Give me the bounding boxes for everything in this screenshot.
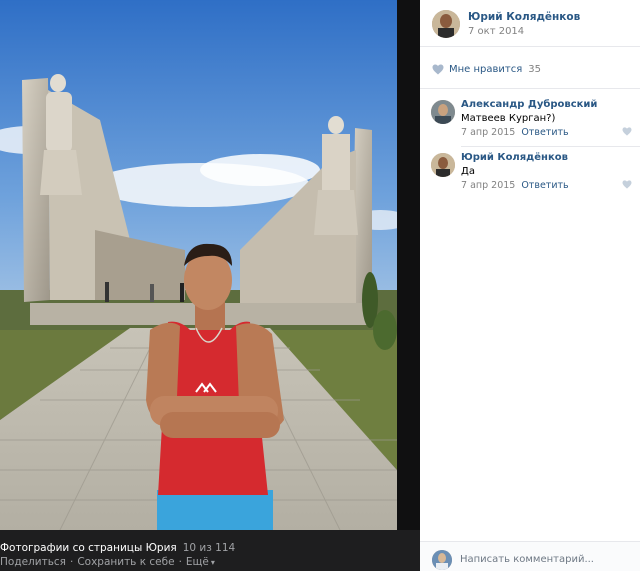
heart-icon	[432, 64, 444, 74]
photo-actions: Поделиться · Сохранить к себе · Ещё ▾	[0, 556, 215, 568]
side-panel: Юрий Колядёнков 7 окт 2014 Мне нравится …	[420, 0, 640, 571]
reply-button[interactable]: Ответить	[521, 127, 568, 138]
divider	[461, 146, 640, 147]
comment-meta: 7 апр 2015 Ответить	[461, 180, 569, 191]
comment-author[interactable]: Юрий Колядёнков	[461, 152, 568, 163]
divider	[420, 88, 640, 89]
comment-item: Юрий Колядёнков Да 7 апр 2015 Ответить	[420, 150, 640, 200]
photo[interactable]	[0, 0, 397, 530]
like-count: 35	[528, 63, 541, 75]
separator: ·	[69, 556, 74, 568]
comment-meta: 7 апр 2015 Ответить	[461, 127, 569, 138]
comment-text: Да	[461, 166, 475, 177]
photo-area: Фотографии со страницы Юрия 10 из 114 Под…	[0, 0, 420, 571]
separator: ·	[178, 556, 182, 568]
divider	[420, 46, 640, 47]
owner-name[interactable]: Юрий Колядёнков	[468, 11, 580, 23]
album-link[interactable]: Фотографии со страницы Юрия	[0, 542, 177, 554]
heart-icon[interactable]	[622, 180, 632, 189]
photo-viewer: Фотографии со страницы Юрия 10 из 114 Под…	[0, 0, 640, 571]
comment-author[interactable]: Александр Дубровский	[461, 99, 597, 110]
owner-avatar[interactable]	[432, 10, 460, 38]
comment-item: Александр Дубровский Матвеев Курган?) 7 …	[420, 97, 640, 147]
share-button[interactable]: Поделиться	[0, 556, 66, 568]
photo-counter: 10 из 114	[182, 542, 236, 554]
comment-date[interactable]: 7 апр 2015	[461, 127, 515, 138]
album-info: Фотографии со страницы Юрия 10 из 114	[0, 542, 235, 554]
post-date[interactable]: 7 окт 2014	[468, 26, 524, 37]
more-label: Ещё	[185, 556, 209, 568]
heart-icon[interactable]	[622, 127, 632, 136]
chevron-down-icon: ▾	[210, 558, 215, 567]
reply-button[interactable]: Ответить	[521, 180, 568, 191]
like-label: Мне нравится	[449, 63, 523, 75]
current-user-avatar	[432, 550, 452, 570]
comment-avatar[interactable]	[431, 153, 455, 177]
comment-input[interactable]	[460, 551, 630, 567]
like-button[interactable]: Мне нравится 35	[432, 62, 541, 76]
comment-date[interactable]: 7 апр 2015	[461, 180, 515, 191]
photo-footer: Фотографии со страницы Юрия 10 из 114 Под…	[0, 530, 420, 571]
comment-avatar[interactable]	[431, 100, 455, 124]
more-button[interactable]: Ещё ▾	[186, 556, 215, 568]
comment-box	[420, 541, 640, 571]
comment-text: Матвеев Курган?)	[461, 113, 556, 124]
save-button[interactable]: Сохранить к себе	[77, 556, 174, 568]
